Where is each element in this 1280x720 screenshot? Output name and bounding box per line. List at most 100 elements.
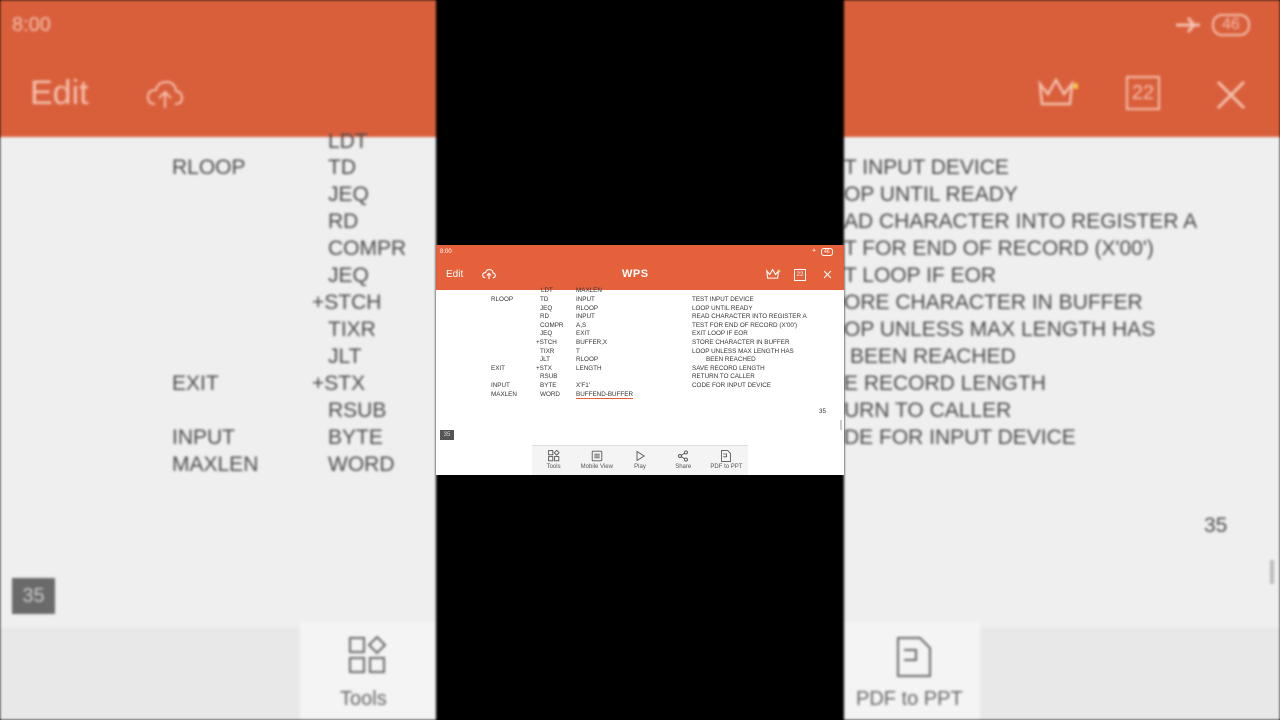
close-icon[interactable] <box>823 270 832 279</box>
background-comment-2: AD CHARACTER INTO REGISTER A <box>844 210 1198 233</box>
background-op-12: WORD <box>328 453 395 476</box>
document-page-number: 35 <box>819 408 827 415</box>
doc-comment-4: EXIT LOOP IF EOR <box>692 330 748 338</box>
share-button[interactable]: Share <box>662 446 705 475</box>
background-op-9: +STX <box>312 372 366 395</box>
background-tools-label: Tools <box>340 688 387 710</box>
doc-comment-5: STORE CHARACTER IN BUFFER <box>692 339 790 346</box>
background-close-icon <box>1216 80 1246 110</box>
background-crown-icon <box>1038 77 1078 106</box>
background-comment-7: BEEN REACHED <box>850 345 1016 368</box>
battery-indicator: 46 <box>821 248 833 256</box>
background-op-7: TIXR <box>328 318 376 341</box>
background-comment-3: T FOR END OF RECORD (X'00') <box>844 237 1154 260</box>
background-op-2: JEQ <box>328 183 369 206</box>
background-comment-8: E RECORD LENGTH <box>844 372 1046 395</box>
background-op-0: LDT <box>328 130 368 153</box>
pdf-to-ppt-label: PDF to PPT <box>710 464 743 470</box>
background-op-4: COMPR <box>328 237 407 260</box>
background-label-2: INPUT <box>172 426 235 449</box>
edit-button[interactable]: Edit <box>446 269 463 280</box>
doc-op-6: TIXR <box>540 347 555 355</box>
background-toolbar-right: 46 22 <box>844 0 1280 137</box>
doc-operand-4: EXIT <box>576 330 590 338</box>
background-comment-1: OP UNTIL READY <box>844 183 1018 206</box>
background-edit-label: Edit <box>30 74 89 112</box>
doc-label-0: RLOOP <box>491 296 514 303</box>
play-button[interactable]: Play <box>618 446 661 475</box>
mobile-view-label: Mobile View <box>580 464 613 470</box>
pdf-to-ppt-button[interactable]: PDF to PPT <box>705 446 748 475</box>
doc-op-2: RD <box>540 313 550 321</box>
background-pdf-to-ppt-icon <box>897 637 931 677</box>
background-pdf-to-ppt-label: PDF to PPT <box>856 688 963 710</box>
background-comment-4: T LOOP IF EOR <box>844 264 997 287</box>
doc-comment-2: READ CHARACTER INTO REGISTER A <box>692 313 807 321</box>
doc-operand-7: RLOOP <box>576 356 599 364</box>
doc-op-4: JEQ <box>540 330 553 338</box>
mobile-view-icon <box>591 450 603 462</box>
crown-icon[interactable] <box>765 268 781 281</box>
play-label: Play <box>634 464 646 470</box>
doc-comment-3: TEST FOR END OF RECORD (X'00') <box>692 321 798 329</box>
doc-op-9: RSUB <box>540 373 558 381</box>
doc-operand-11: BUFFEND-BUFFER <box>576 390 634 399</box>
background-comment-10: DE FOR INPUT DEVICE <box>844 426 1076 449</box>
doc-operand-1: RLOOP <box>576 304 599 312</box>
play-icon <box>636 450 646 462</box>
doc-comment-6: LOOP UNLESS MAX LENGTH HAS <box>692 347 794 355</box>
background-toolbar: 8:00 Edit <box>0 0 436 137</box>
tools-icon <box>547 450 560 462</box>
doc-operand-0: INPUT <box>576 296 595 303</box>
doc-op-7: JLT <box>540 356 551 364</box>
background-op-10: RSUB <box>328 399 387 422</box>
doc-label-10: INPUT <box>491 382 510 389</box>
background-comment-0: T INPUT DEVICE <box>844 156 1009 179</box>
airplane-icon: ✈ <box>812 248 817 254</box>
doc-label-11: MAXLEN <box>491 390 517 398</box>
doc-comment-8: SAVE RECORD LENGTH <box>692 364 765 372</box>
page-badge: 35 <box>440 430 454 440</box>
doc-operand-8: LENGTH <box>576 364 602 372</box>
doc-comment-9: RETURN TO CALLER <box>692 373 755 381</box>
mobile-view-button[interactable]: Mobile View <box>575 446 618 475</box>
cloud-upload-icon[interactable] <box>482 268 496 280</box>
share-icon <box>678 450 689 462</box>
doc-comment-1: LOOP UNTIL READY <box>692 304 753 312</box>
background-label-0: RLOOP <box>172 156 246 179</box>
background-page-badge: 35 <box>12 578 55 614</box>
doc-op-1: JEQ <box>540 304 553 312</box>
background-page-number: 35 <box>1204 514 1228 537</box>
background-op-5: JEQ <box>328 264 369 287</box>
doc-op-8: +STX <box>536 364 552 372</box>
doc-comment-10: CODE FOR INPUT DEVICE <box>692 382 771 389</box>
page-count-button[interactable]: 22 <box>794 269 806 281</box>
top-toolbar: Edit WPS 22 <box>436 261 844 290</box>
background-op-8: JLT <box>328 345 362 368</box>
doc-op-5: +STCH <box>536 339 557 346</box>
background-cloud-upload-icon <box>146 80 184 108</box>
background-comment-9: URN TO CALLER <box>844 399 1012 422</box>
background-right-blur: 46 22 T INPUT DEVICE OP UNTIL READY AD CHA… <box>844 0 1280 720</box>
background-op-3: RD <box>328 210 359 233</box>
doc-label-8: EXIT <box>491 364 505 372</box>
background-op-11: BYTE <box>328 426 383 449</box>
doc-operand-3: A,S <box>576 321 587 329</box>
doc-op-3: COMPR <box>540 321 564 329</box>
status-time: 8:00 <box>440 249 452 255</box>
status-bar: 8:00 ✈ 46 <box>436 245 844 261</box>
doc-operand-5: BUFFER,X <box>576 339 608 346</box>
background-left-blur: 8:00 Edit RLOOP EXIT INPUT MAXLEN LDT TD JEQ RD… <box>0 0 436 720</box>
tools-button[interactable]: Tools <box>532 446 575 475</box>
doc-operand-10: X'F1' <box>576 382 590 389</box>
doc-op-11: WORD <box>540 390 560 398</box>
bottom-toolbar: Tools Mobile View Play Share PDF to PPT <box>532 445 748 475</box>
wps-logo: WPS <box>622 268 649 280</box>
doc-op-0: TD <box>540 296 549 303</box>
background-time: 8:00 <box>12 14 51 36</box>
top-fragment-operand: MAXLEN <box>576 287 602 294</box>
top-fragment-op: LDT <box>541 287 553 294</box>
tools-label: Tools <box>546 464 561 470</box>
background-airplane-icon <box>1176 17 1200 33</box>
background-comment-5: ORE CHARACTER IN BUFFER <box>844 291 1143 314</box>
